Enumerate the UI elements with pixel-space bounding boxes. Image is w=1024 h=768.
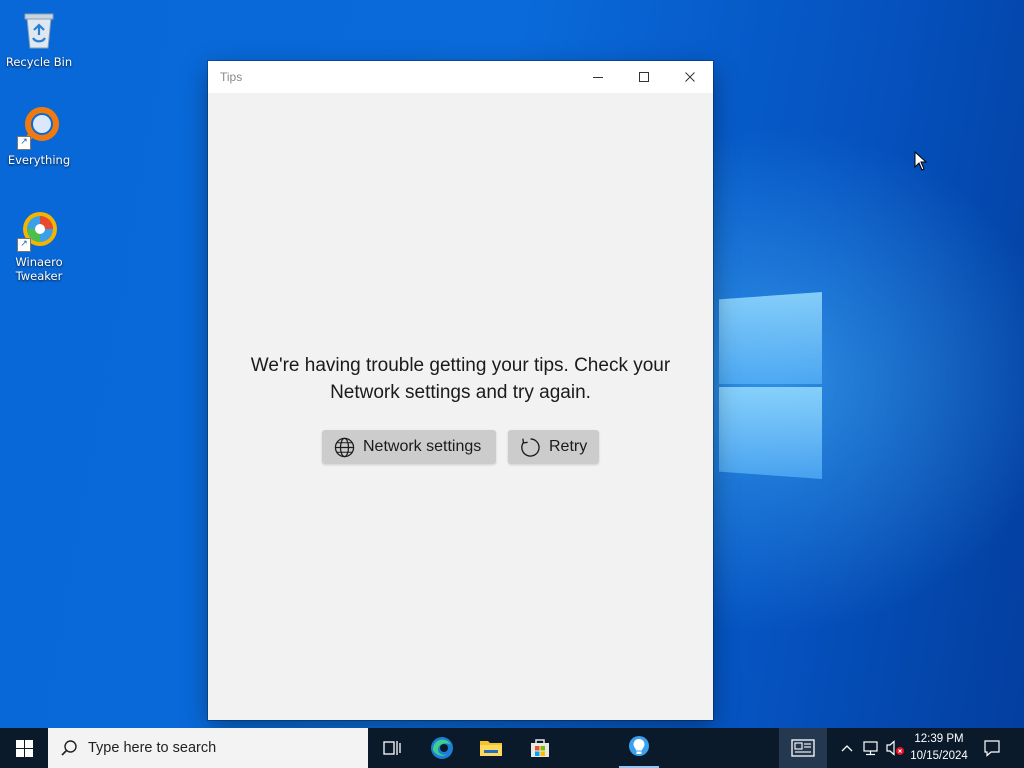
clock-date: 10/15/2024 — [910, 750, 968, 762]
notification-icon — [984, 740, 1000, 757]
task-view-button[interactable] — [368, 728, 416, 768]
network-tray-button[interactable] — [860, 728, 882, 768]
network-settings-label: Network settings — [363, 438, 482, 455]
close-icon — [685, 72, 695, 82]
news-icon — [791, 739, 815, 757]
network-wired-icon — [863, 741, 878, 756]
windows-wallpaper-logo — [716, 288, 824, 480]
edge-icon — [431, 737, 453, 759]
volume-muted-icon — [886, 740, 904, 756]
windows-start-icon — [15, 739, 33, 757]
retry-label: Retry — [549, 438, 588, 455]
search-icon — [60, 739, 78, 757]
clock-time: 12:39 PM — [914, 733, 964, 745]
action-center-button[interactable] — [978, 728, 1006, 768]
desktop-icon-label: Everything — [7, 153, 71, 167]
window-content: We're having trouble getting your tips. … — [208, 93, 713, 720]
news-and-interests-button[interactable] — [779, 728, 827, 768]
desktop-icon-label: Winaero Tweaker — [15, 255, 63, 283]
window-title: Tips — [220, 70, 243, 84]
task-view-icon — [383, 741, 401, 755]
error-message: We're having trouble getting your tips. … — [250, 355, 671, 403]
recycle-bin-icon — [17, 8, 61, 52]
taskbar-edge-button[interactable] — [418, 728, 466, 768]
taskbar-search-box[interactable]: Type here to search — [48, 728, 368, 768]
start-button[interactable] — [0, 728, 48, 768]
shortcut-arrow-icon: ↗ — [17, 238, 31, 252]
desktop-icon-winaero-tweaker[interactable]: ↗ Winaero Tweaker — [1, 208, 77, 283]
tips-icon — [629, 736, 649, 756]
everything-magnifier-icon: ↗ — [17, 106, 61, 150]
show-hidden-icons-button[interactable] — [836, 728, 858, 768]
taskbar-file-explorer-button[interactable] — [467, 728, 515, 768]
retry-button[interactable]: Retry — [508, 430, 599, 464]
minimize-icon — [593, 77, 603, 78]
refresh-icon — [519, 436, 541, 458]
desktop-icon-everything[interactable]: ↗ Everything — [1, 106, 77, 167]
close-button[interactable] — [667, 61, 713, 93]
search-placeholder: Type here to search — [88, 740, 217, 756]
taskbar: Type here to search 12:39 PM 10/15/2024 — [0, 728, 1024, 768]
microsoft-store-icon — [531, 739, 549, 757]
desktop-icon-recycle-bin[interactable]: Recycle Bin — [1, 8, 77, 69]
chevron-up-icon — [841, 745, 853, 752]
globe-icon — [333, 436, 355, 458]
maximize-icon — [639, 72, 649, 82]
network-settings-button[interactable]: Network settings — [322, 430, 496, 464]
shortcut-arrow-icon: ↗ — [17, 136, 31, 150]
taskbar-store-button[interactable] — [516, 728, 564, 768]
title-bar[interactable]: Tips — [208, 61, 713, 93]
tips-window: Tips We're having trouble getting your t… — [208, 61, 713, 720]
taskbar-clock[interactable]: 12:39 PM 10/15/2024 — [905, 731, 973, 765]
desktop-icon-label: Recycle Bin — [5, 55, 73, 69]
minimize-button[interactable] — [575, 61, 621, 93]
mouse-cursor-icon — [914, 150, 928, 175]
file-explorer-icon — [480, 741, 502, 756]
winaero-tweaker-icon: ↗ — [17, 208, 61, 252]
volume-tray-button[interactable] — [884, 728, 906, 768]
maximize-button[interactable] — [621, 61, 667, 93]
taskbar-tips-button[interactable] — [615, 728, 663, 768]
